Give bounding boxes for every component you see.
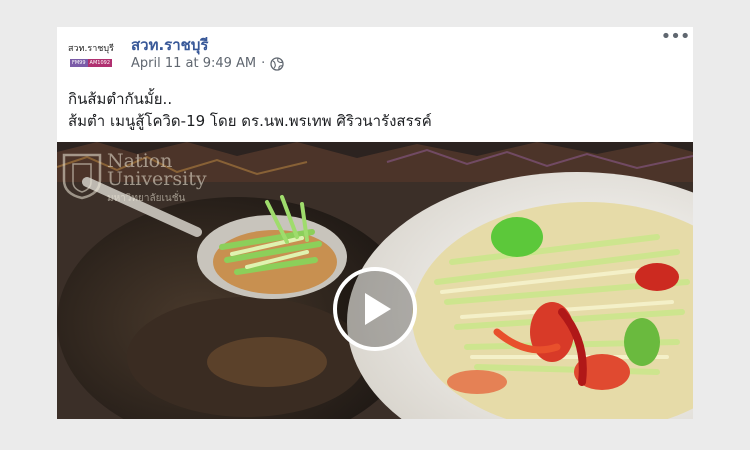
- post-message: กินส้มตำกันมั้ย.. ส้มตำ เมนูสู้โควิด-19 …: [68, 88, 678, 132]
- watermark-line-2: University: [107, 168, 207, 190]
- avatar-title: สวท.ราชบุรี: [68, 43, 114, 54]
- more-options-icon[interactable]: •••: [661, 27, 691, 47]
- globe-icon: [270, 56, 284, 71]
- university-crest-icon: [62, 153, 102, 200]
- meta-separator: ·: [261, 56, 266, 71]
- avatar-chip-fm: FM99: [69, 58, 88, 67]
- post-meta: April 11 at 9:49 AM ·: [131, 56, 284, 71]
- post-header: สวท.ราชบุรี FM99 AM1092 สวท.ราชบุรี Apri…: [57, 27, 693, 87]
- page-name-link[interactable]: สวท.ราชบุรี: [131, 33, 208, 57]
- avatar-chip-am: AM1092: [87, 58, 113, 67]
- post-timestamp[interactable]: April 11 at 9:49 AM: [131, 56, 256, 71]
- page-avatar[interactable]: สวท.ราชบุรี FM99 AM1092: [67, 35, 115, 75]
- avatar-frequency-strip: FM99 AM1092: [69, 58, 113, 67]
- video-player[interactable]: Nation University มหาวิทยาลัยเนชั่น: [57, 142, 693, 419]
- post-text-line-2: ส้มตำ เมนูสู้โควิด-19 โดย ดร.นพ.พรเทพ ศิ…: [68, 112, 432, 130]
- nation-university-watermark: Nation University มหาวิทยาลัยเนชั่น: [61, 152, 207, 208]
- watermark-line-3: มหาวิทยาลัยเนชั่น: [107, 193, 186, 204]
- play-icon: [365, 293, 391, 325]
- post-text-line-1: กินส้มตำกันมั้ย..: [68, 90, 173, 108]
- facebook-post: สวท.ราชบุรี FM99 AM1092 สวท.ราชบุรี Apri…: [57, 27, 693, 419]
- play-button[interactable]: [333, 267, 417, 351]
